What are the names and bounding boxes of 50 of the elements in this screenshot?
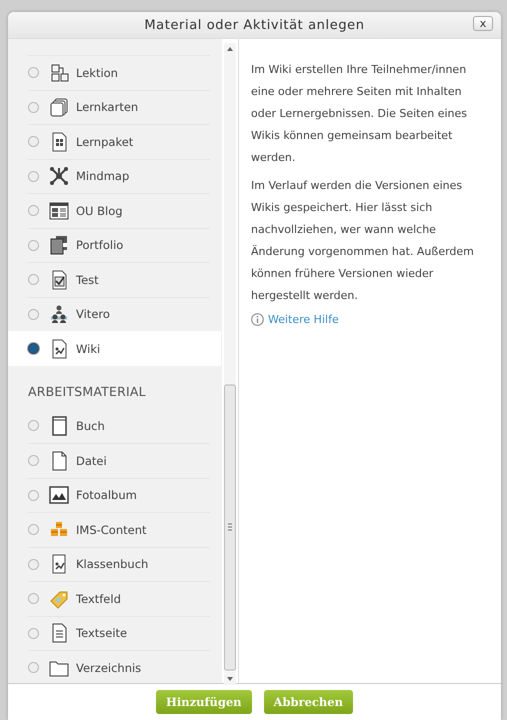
tag-icon: [49, 588, 69, 609]
radio-button[interactable]: [28, 240, 39, 251]
activity-label[interactable]: Wiki: [76, 342, 100, 356]
activity-label[interactable]: Vitero: [76, 307, 110, 322]
radio-button[interactable]: [28, 170, 39, 182]
radio-button[interactable]: [28, 343, 39, 354]
mindmap-icon: [49, 166, 69, 186]
radio-button[interactable]: [28, 420, 39, 432]
radio-button[interactable]: [28, 102, 39, 113]
radio-button[interactable]: [28, 628, 39, 639]
activity-label[interactable]: Datei: [76, 454, 107, 468]
activity-label[interactable]: Buch: [76, 418, 105, 433]
cards-icon: [49, 97, 69, 118]
radio-button[interactable]: [28, 524, 39, 536]
activity-label[interactable]: Verzeichnis: [76, 660, 142, 675]
radio-button[interactable]: [28, 558, 39, 570]
radio-button[interactable]: [28, 662, 39, 674]
help-link[interactable]: Weitere Hilfe: [268, 313, 339, 326]
activity-label[interactable]: OU Blog: [76, 204, 123, 218]
activity-label[interactable]: Lektion: [76, 66, 118, 80]
activity-label[interactable]: Portfolio: [76, 238, 124, 252]
description-paragraph: Im Wiki erstellen Ihre Teilnehmer/innen eine oder mehrere Seiten mit Inhalten oder Lernergebnissen. Die Seiten eines Wikis können gemeinsam bearbeitet werden.: [251, 62, 468, 166]
people-icon: [49, 304, 69, 324]
radio-button[interactable]: [28, 136, 39, 148]
activity-label[interactable]: IMS-Content: [76, 522, 146, 537]
close-button[interactable]: x: [473, 16, 493, 31]
radio-button[interactable]: [28, 490, 39, 501]
radio-button[interactable]: [28, 274, 39, 286]
activity-label[interactable]: Textseite: [76, 626, 128, 640]
radio-button[interactable]: [28, 67, 39, 78]
activity-label[interactable]: Test: [76, 272, 99, 287]
radio-button[interactable]: [28, 455, 39, 466]
lesson-icon: [49, 62, 69, 83]
activity-label[interactable]: Lernkarten: [76, 100, 138, 114]
activity-label[interactable]: Fotoalbum: [76, 488, 137, 502]
activity-label[interactable]: Lernpaket: [76, 134, 134, 149]
radio-button[interactable]: [28, 205, 39, 216]
photo-icon: [49, 485, 69, 506]
description-paragraph: Im Verlauf werden die Versionen eines Wikis gespeichert. Hier lässt sich nachvollziehen, wer wann welche Änderung vorgenommen hat. Außerdem können frühere Versionen wieder hergestellt werden.: [251, 178, 475, 304]
activity-label[interactable]: Mindmap: [76, 169, 130, 184]
info-icon: [251, 313, 264, 326]
activity-label[interactable]: Textfeld: [76, 592, 121, 606]
radio-button[interactable]: [28, 308, 39, 320]
blog-icon: [49, 200, 69, 221]
radio-button[interactable]: [28, 593, 39, 604]
activity-label[interactable]: Klassenbuch: [76, 557, 148, 572]
portfolio-icon: [49, 235, 69, 256]
window-title: Material oder Aktivität anlegen: [144, 18, 365, 32]
section-heading: ARBEITSMATERIAL: [28, 384, 147, 398]
scrollbar[interactable]: [224, 43, 236, 685]
